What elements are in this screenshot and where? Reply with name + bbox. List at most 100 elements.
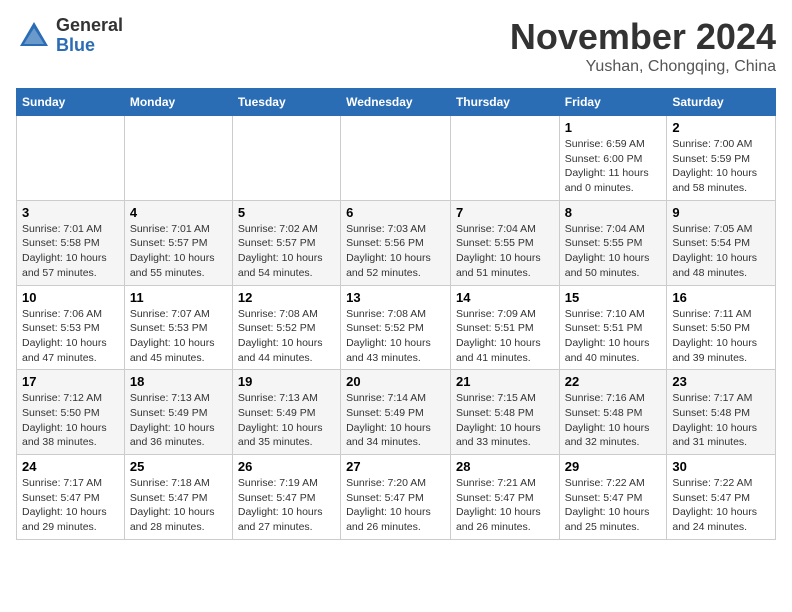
day-detail: Sunrise: 7:01 AM Sunset: 5:58 PM Dayligh… [22, 222, 119, 281]
day-number: 3 [22, 205, 119, 220]
calendar-cell: 16Sunrise: 7:11 AM Sunset: 5:50 PM Dayli… [667, 285, 776, 370]
day-number: 20 [346, 374, 445, 389]
day-number: 29 [565, 459, 662, 474]
calendar-cell: 19 Sunrise: 7:13 AM Sunset: 5:49 PM Dayli… [232, 370, 340, 455]
day-detail: Sunrise: 7:17 AM Sunset: 5:47 PM Dayligh… [22, 476, 119, 535]
col-friday: Friday [559, 89, 667, 116]
header-row: Sunday Monday Tuesday Wednesday Thursday… [17, 89, 776, 116]
day-detail: Sunrise: 7:11 AM Sunset: 5:50 PM Dayligh… [672, 307, 770, 366]
col-thursday: Thursday [450, 89, 559, 116]
day-detail: Sunrise: 7:06 AM Sunset: 5:53 PM Dayligh… [22, 307, 119, 366]
day-number: 17 [22, 374, 119, 389]
calendar-cell: 13 Sunrise: 7:08 AM Sunset: 5:52 PM Dayli… [341, 285, 451, 370]
day-number: 5 [238, 205, 335, 220]
day-detail: Sunrise: 7:08 AM Sunset: 5:52 PM Dayligh… [346, 307, 445, 366]
calendar-cell [341, 116, 451, 201]
calendar-cell: 29 Sunrise: 7:22 AM Sunset: 5:47 PM Dayli… [559, 455, 667, 540]
calendar-week-4: 17 Sunrise: 7:12 AM Sunset: 5:50 PM Dayli… [17, 370, 776, 455]
calendar-table: Sunday Monday Tuesday Wednesday Thursday… [16, 88, 776, 540]
calendar-cell [17, 116, 125, 201]
calendar-cell [232, 116, 340, 201]
day-number: 19 [238, 374, 335, 389]
col-wednesday: Wednesday [341, 89, 451, 116]
calendar-cell: 18Sunrise: 7:13 AM Sunset: 5:49 PM Dayli… [124, 370, 232, 455]
day-number: 10 [22, 290, 119, 305]
calendar-cell: 21 Sunrise: 7:15 AM Sunset: 5:48 PM Dayli… [450, 370, 559, 455]
day-detail: Sunrise: 7:09 AM Sunset: 5:51 PM Dayligh… [456, 307, 554, 366]
calendar-cell: 25 Sunrise: 7:18 AM Sunset: 5:47 PM Dayli… [124, 455, 232, 540]
calendar-cell: 20Sunrise: 7:14 AM Sunset: 5:49 PM Dayli… [341, 370, 451, 455]
col-sunday: Sunday [17, 89, 125, 116]
calendar-cell [124, 116, 232, 201]
month-title: November 2024 [510, 16, 776, 58]
calendar-cell: 28 Sunrise: 7:21 AM Sunset: 5:47 PM Dayli… [450, 455, 559, 540]
calendar-cell: 1 Sunrise: 6:59 AM Sunset: 6:00 PM Daylig… [559, 116, 667, 201]
day-detail: Sunrise: 7:17 AM Sunset: 5:48 PM Dayligh… [672, 391, 770, 450]
day-detail: Sunrise: 7:04 AM Sunset: 5:55 PM Dayligh… [456, 222, 554, 281]
day-detail: Sunrise: 7:18 AM Sunset: 5:47 PM Dayligh… [130, 476, 227, 535]
calendar-week-2: 3 Sunrise: 7:01 AM Sunset: 5:58 PM Daylig… [17, 200, 776, 285]
calendar-body: 1 Sunrise: 6:59 AM Sunset: 6:00 PM Daylig… [17, 116, 776, 540]
day-number: 4 [130, 205, 227, 220]
logo-text: General Blue [56, 16, 123, 56]
day-number: 24 [22, 459, 119, 474]
calendar-cell: 27 Sunrise: 7:20 AM Sunset: 5:47 PM Dayli… [341, 455, 451, 540]
location-subtitle: Yushan, Chongqing, China [510, 58, 776, 76]
day-detail: Sunrise: 7:13 AM Sunset: 5:49 PM Dayligh… [130, 391, 227, 450]
logo: General Blue [16, 16, 123, 56]
day-detail: Sunrise: 7:08 AM Sunset: 5:52 PM Dayligh… [238, 307, 335, 366]
calendar-week-5: 24 Sunrise: 7:17 AM Sunset: 5:47 PM Dayli… [17, 455, 776, 540]
calendar-cell: 2 Sunrise: 7:00 AM Sunset: 5:59 PM Daylig… [667, 116, 776, 201]
day-detail: Sunrise: 7:19 AM Sunset: 5:47 PM Dayligh… [238, 476, 335, 535]
day-detail: Sunrise: 7:04 AM Sunset: 5:55 PM Dayligh… [565, 222, 662, 281]
calendar-cell [450, 116, 559, 201]
day-detail: Sunrise: 6:59 AM Sunset: 6:00 PM Dayligh… [565, 137, 662, 196]
day-number: 7 [456, 205, 554, 220]
calendar-cell: 17 Sunrise: 7:12 AM Sunset: 5:50 PM Dayli… [17, 370, 125, 455]
day-number: 2 [672, 120, 770, 135]
day-detail: Sunrise: 7:00 AM Sunset: 5:59 PM Dayligh… [672, 137, 770, 196]
calendar-cell: 24 Sunrise: 7:17 AM Sunset: 5:47 PM Dayli… [17, 455, 125, 540]
logo-icon [16, 18, 52, 54]
calendar-cell: 3 Sunrise: 7:01 AM Sunset: 5:58 PM Daylig… [17, 200, 125, 285]
calendar-cell: 15Sunrise: 7:10 AM Sunset: 5:51 PM Dayli… [559, 285, 667, 370]
day-number: 14 [456, 290, 554, 305]
day-number: 6 [346, 205, 445, 220]
title-block: November 2024 Yushan, Chongqing, China [510, 16, 776, 76]
day-number: 30 [672, 459, 770, 474]
calendar-cell: 7 Sunrise: 7:04 AM Sunset: 5:55 PM Daylig… [450, 200, 559, 285]
day-number: 28 [456, 459, 554, 474]
day-detail: Sunrise: 7:07 AM Sunset: 5:53 PM Dayligh… [130, 307, 227, 366]
day-number: 26 [238, 459, 335, 474]
day-detail: Sunrise: 7:22 AM Sunset: 5:47 PM Dayligh… [672, 476, 770, 535]
day-number: 8 [565, 205, 662, 220]
day-detail: Sunrise: 7:22 AM Sunset: 5:47 PM Dayligh… [565, 476, 662, 535]
day-detail: Sunrise: 7:16 AM Sunset: 5:48 PM Dayligh… [565, 391, 662, 450]
day-number: 15 [565, 290, 662, 305]
day-number: 21 [456, 374, 554, 389]
day-number: 13 [346, 290, 445, 305]
day-number: 25 [130, 459, 227, 474]
day-detail: Sunrise: 7:20 AM Sunset: 5:47 PM Dayligh… [346, 476, 445, 535]
day-detail: Sunrise: 7:02 AM Sunset: 5:57 PM Dayligh… [238, 222, 335, 281]
day-number: 23 [672, 374, 770, 389]
calendar-cell: 9Sunrise: 7:05 AM Sunset: 5:54 PM Daylig… [667, 200, 776, 285]
day-detail: Sunrise: 7:13 AM Sunset: 5:49 PM Dayligh… [238, 391, 335, 450]
logo-general: General [56, 16, 123, 36]
day-detail: Sunrise: 7:15 AM Sunset: 5:48 PM Dayligh… [456, 391, 554, 450]
calendar-cell: 12Sunrise: 7:08 AM Sunset: 5:52 PM Dayli… [232, 285, 340, 370]
day-number: 1 [565, 120, 662, 135]
day-number: 11 [130, 290, 227, 305]
day-number: 22 [565, 374, 662, 389]
calendar-cell: 6 Sunrise: 7:03 AM Sunset: 5:56 PM Daylig… [341, 200, 451, 285]
day-number: 27 [346, 459, 445, 474]
day-number: 9 [672, 205, 770, 220]
calendar-cell: 23 Sunrise: 7:17 AM Sunset: 5:48 PM Dayli… [667, 370, 776, 455]
calendar-cell: 5 Sunrise: 7:02 AM Sunset: 5:57 PM Daylig… [232, 200, 340, 285]
day-detail: Sunrise: 7:03 AM Sunset: 5:56 PM Dayligh… [346, 222, 445, 281]
calendar-cell: 11 Sunrise: 7:07 AM Sunset: 5:53 PM Dayli… [124, 285, 232, 370]
calendar-cell: 30 Sunrise: 7:22 AM Sunset: 5:47 PM Dayli… [667, 455, 776, 540]
logo-blue: Blue [56, 36, 123, 56]
day-detail: Sunrise: 7:21 AM Sunset: 5:47 PM Dayligh… [456, 476, 554, 535]
day-detail: Sunrise: 7:12 AM Sunset: 5:50 PM Dayligh… [22, 391, 119, 450]
